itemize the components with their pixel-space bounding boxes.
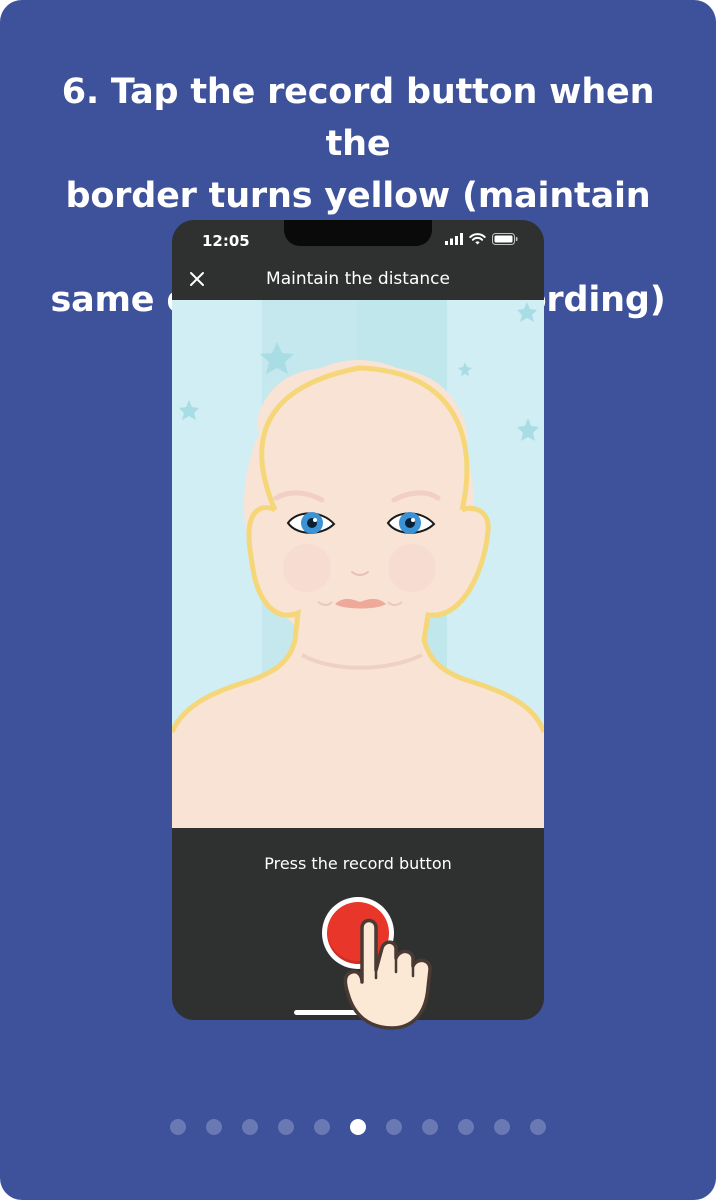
page-dot[interactable] xyxy=(170,1119,186,1135)
page-dot[interactable] xyxy=(458,1119,474,1135)
page-dot[interactable] xyxy=(314,1119,330,1135)
header-title: Maintain the distance xyxy=(266,269,450,289)
status-icons xyxy=(445,233,518,245)
phone-notch xyxy=(284,220,432,246)
page-dot[interactable] xyxy=(422,1119,438,1135)
page-dot-active[interactable] xyxy=(350,1119,366,1135)
page-dot[interactable] xyxy=(206,1119,222,1135)
app-header: Maintain the distance xyxy=(172,260,544,300)
baby-illustration xyxy=(172,300,544,828)
record-prompt: Press the record button xyxy=(264,854,452,873)
wifi-icon xyxy=(469,233,486,245)
tap-hand-icon xyxy=(343,918,432,1030)
onboarding-card: 6. Tap the record button when the border… xyxy=(0,0,716,1200)
instruction-line: 6. Tap the record button when the xyxy=(61,72,655,164)
camera-preview xyxy=(172,300,544,828)
signal-icon xyxy=(445,233,463,245)
page-dot[interactable] xyxy=(530,1119,546,1135)
status-time: 12:05 xyxy=(202,232,250,250)
page-indicator xyxy=(0,1119,716,1137)
phone-mockup: 12:05 Maintain the distance Press the re… xyxy=(172,220,544,1020)
page-dot[interactable] xyxy=(278,1119,294,1135)
page-dot[interactable] xyxy=(242,1119,258,1135)
battery-icon xyxy=(492,233,518,245)
page-dot[interactable] xyxy=(386,1119,402,1135)
page-dot[interactable] xyxy=(494,1119,510,1135)
